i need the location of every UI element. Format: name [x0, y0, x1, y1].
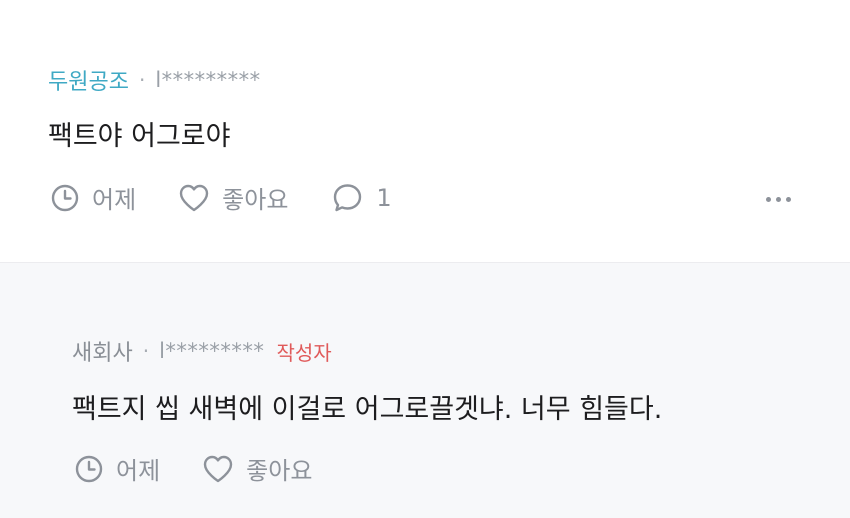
reply: 새회사 · l********* 작성자 팩트지 씹 새벽에 이걸로 어그로끌겟… — [0, 262, 850, 518]
reply-button[interactable]: 1 — [332, 182, 392, 214]
comment-author[interactable]: 두원공조 — [48, 64, 129, 96]
reply-like-label: 좋아요 — [246, 457, 313, 485]
meta-separator: · — [142, 339, 150, 363]
reply-actions: 어제 좋아요 — [74, 451, 312, 486]
reply-user-id: l********* — [159, 339, 265, 363]
heart-icon — [202, 454, 234, 484]
heart-icon — [178, 183, 210, 213]
writer-badge: 작성자 — [276, 340, 332, 365]
comment-text: 팩트야 어그로야 — [48, 121, 231, 152]
speech-bubble-icon — [332, 182, 364, 214]
reply-count: 1 — [376, 183, 392, 212]
comment-user-id: l********* — [155, 68, 261, 92]
reply-like-button[interactable]: 좋아요 — [202, 451, 312, 486]
clock-icon — [50, 183, 80, 213]
comment-meta: 두원공조 · l********* — [48, 64, 261, 96]
more-options-button[interactable] — [766, 197, 791, 202]
reply-meta: 새회사 · l********* 작성자 — [72, 335, 332, 367]
comment-time-label: 어제 — [92, 186, 137, 214]
meta-separator: · — [138, 68, 146, 92]
reply-author[interactable]: 새회사 — [72, 335, 133, 367]
comment-time: 어제 — [50, 180, 136, 215]
like-label: 좋아요 — [222, 186, 289, 214]
reply-text: 팩트지 씹 새벽에 이걸로 어그로끌겟냐. 너무 힘들다. — [72, 394, 663, 425]
reply-time-label: 어제 — [116, 457, 161, 485]
more-dot — [786, 197, 791, 202]
clock-icon — [74, 454, 104, 484]
more-dot — [776, 197, 781, 202]
more-dots-icon — [766, 197, 771, 202]
comment-actions: 어제 좋아요 1 — [50, 180, 392, 215]
reply-time: 어제 — [74, 451, 160, 486]
comment: 두원공조 · l********* 팩트야 어그로야 어제 좋아요 1 — [0, 0, 850, 262]
like-button[interactable]: 좋아요 — [178, 180, 288, 215]
